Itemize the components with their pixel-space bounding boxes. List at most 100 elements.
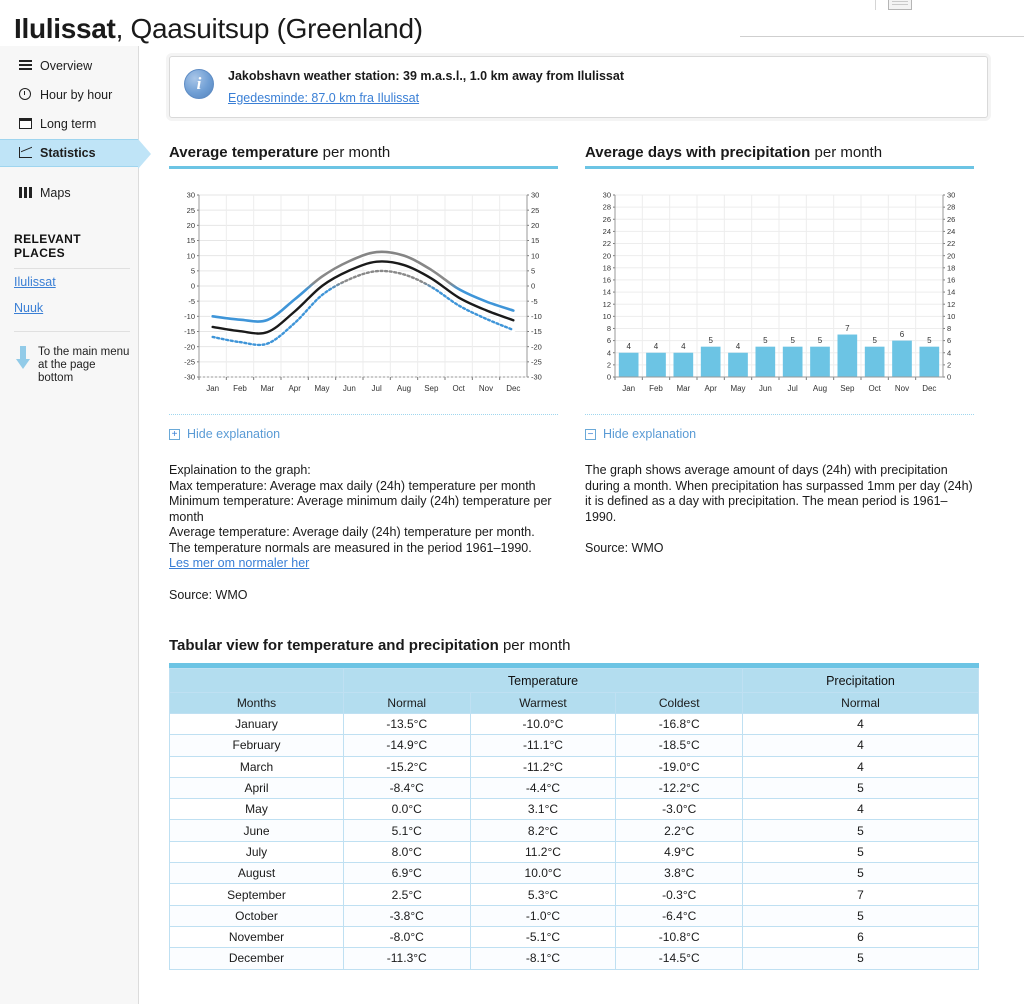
temperature-hide-explanation-toggle[interactable]: + Hide explanation <box>169 427 558 441</box>
svg-text:-5: -5 <box>531 297 538 306</box>
precipitation-chart-svg: 30 3028 2826 2624 2422 2220 2018 1816 1614 1412 12… <box>585 181 974 403</box>
table-sub-header-row: Months Normal Warmest Coldest Normal <box>169 692 979 714</box>
title-light: per month <box>498 637 571 654</box>
table-row: May 0.0°C 3.1°C -3.0°C 4 <box>169 798 979 821</box>
temperature-section: Average temperature per month 30 30 25 25 20… <box>169 144 558 603</box>
arrow-down-icon <box>16 346 30 372</box>
sidebar-item-label: Long term <box>40 117 97 131</box>
svg-text:Nov: Nov <box>895 384 909 393</box>
sidebar-item-statistics[interactable]: Statistics <box>0 139 151 169</box>
cell-value: -1.0°C <box>469 904 617 927</box>
sidebar-item-maps[interactable]: Maps <box>0 179 138 207</box>
temperature-chart: 30 30 25 25 20 20 15 15 10 10 5 5 0 0 -5 -5 -10 -10 -15 -15… <box>169 181 558 415</box>
svg-text:Apr: Apr <box>288 384 301 393</box>
svg-text:25: 25 <box>531 206 539 215</box>
temperature-source: Source: WMO <box>169 587 248 602</box>
svg-text:24: 24 <box>603 227 611 236</box>
cell-value: -8.4°C <box>343 776 471 800</box>
cell-value: 2.2°C <box>615 819 743 842</box>
svg-text:Sep: Sep <box>840 384 855 393</box>
cell-value: 5 <box>742 819 979 842</box>
cell-value: 4 <box>742 755 979 778</box>
cell-value: 11.2°C <box>469 840 617 864</box>
cell-value: 6 <box>742 925 979 949</box>
section-underline <box>169 166 558 169</box>
charts-row: Average temperature per month 30 30 25 25 20… <box>169 144 988 603</box>
svg-text:6: 6 <box>947 336 951 345</box>
more-about-normals-link[interactable]: Les mer om normaler her <box>169 556 309 572</box>
svg-text:Jul: Jul <box>788 384 798 393</box>
svg-text:10: 10 <box>603 312 611 321</box>
cell-month: June <box>169 819 344 842</box>
bar-label: 5 <box>790 336 795 345</box>
relevant-place-link[interactable]: Nuuk <box>0 295 138 321</box>
cell-value: -14.5°C <box>615 947 743 970</box>
svg-text:-10: -10 <box>184 312 195 321</box>
bar-label: 4 <box>736 342 741 351</box>
svg-text:10: 10 <box>187 251 195 260</box>
bar-label: 4 <box>654 342 659 351</box>
bar-label: 5 <box>763 336 768 345</box>
sidebar-item-label: Statistics <box>40 146 96 160</box>
cell-month: April <box>169 776 344 800</box>
svg-text:Jul: Jul <box>372 384 382 393</box>
cell-value: 3.8°C <box>615 862 743 885</box>
cell-value: -11.2°C <box>469 755 617 778</box>
svg-text:Aug: Aug <box>397 384 411 393</box>
table-row: July 8.0°C 11.2°C 4.9°C 5 <box>169 840 979 864</box>
svg-text:Mar: Mar <box>676 384 690 393</box>
cell-value: -4.4°C <box>469 776 617 800</box>
sidebar-item-hour-by-hour[interactable]: Hour by hour <box>0 81 138 109</box>
cell-month: February <box>169 734 344 757</box>
sidebar-item-long-term[interactable]: Long term <box>0 110 138 138</box>
forecast-as-pdf-button[interactable]: Forecast as PDF <box>874 0 1024 10</box>
table-body: January -13.5°C -10.0°C -16.8°C 4 February -14… <box>169 712 979 970</box>
title-light: per month <box>810 144 883 161</box>
cell-value: -10.0°C <box>469 712 617 736</box>
precipitation-source: Source: WMO <box>585 541 664 555</box>
cell-month: July <box>169 840 344 864</box>
cell-value: 0.0°C <box>343 798 471 821</box>
bar-label: 5 <box>708 336 713 345</box>
page-title-region: , Qaasuitsup (Greenland) <box>115 12 423 44</box>
relevant-place-link[interactable]: Ilulissat <box>0 269 138 295</box>
svg-text:16: 16 <box>947 276 955 285</box>
maps-icon <box>18 186 32 200</box>
cell-value: -16.8°C <box>615 712 743 736</box>
table-row: January -13.5°C -10.0°C -16.8°C 4 <box>169 712 979 736</box>
cell-value: 5 <box>742 862 979 885</box>
bar-apr <box>700 346 721 377</box>
cell-value: -0.3°C <box>615 883 743 906</box>
svg-text:24: 24 <box>947 227 955 236</box>
calendar-icon <box>18 117 32 131</box>
sidebar-item-overview[interactable]: Overview <box>0 52 138 80</box>
table-row: February -14.9°C -11.1°C -18.5°C 4 <box>169 734 979 757</box>
info-icon: i <box>184 69 214 99</box>
statistics-table: Temperature Precipitation Months Normal … <box>169 668 979 970</box>
svg-text:12: 12 <box>603 300 611 309</box>
page-title: Ilulissat, Qaasuitsup (Greenland) <box>14 13 423 45</box>
precipitation-hide-explanation-toggle[interactable]: − Hide explanation <box>585 427 974 441</box>
cell-value: -3.0°C <box>615 798 743 821</box>
cell-month: January <box>169 712 344 736</box>
to-main-menu-link[interactable]: To the main menu at the page bottom <box>0 332 138 385</box>
cell-value: 5 <box>742 840 979 864</box>
svg-text:28: 28 <box>603 203 611 212</box>
tabular-view-section: Tabular view for temperature and precipi… <box>169 637 988 970</box>
svg-text:Apr: Apr <box>704 384 717 393</box>
cell-value: 7 <box>742 883 979 906</box>
cell-value: 4 <box>742 798 979 821</box>
svg-text:30: 30 <box>947 191 955 200</box>
toggle-label: Hide explanation <box>187 427 281 441</box>
header-actions: ★ Add to My places Forecast as PDF <box>734 0 1024 10</box>
nearby-station-link[interactable]: Egedesminde: 87.0 km fra Ilulissat <box>228 91 419 105</box>
title-strong: Tabular view for temperature and precipi… <box>169 637 499 654</box>
table-section-title: Tabular view for temperature and precipi… <box>169 637 988 654</box>
svg-text:8: 8 <box>947 324 951 333</box>
bar-label: 5 <box>872 336 877 345</box>
list-icon <box>18 60 32 72</box>
svg-text:10: 10 <box>947 312 955 321</box>
svg-text:10: 10 <box>531 251 539 260</box>
bar-label: 4 <box>626 342 631 351</box>
svg-text:16: 16 <box>603 276 611 285</box>
